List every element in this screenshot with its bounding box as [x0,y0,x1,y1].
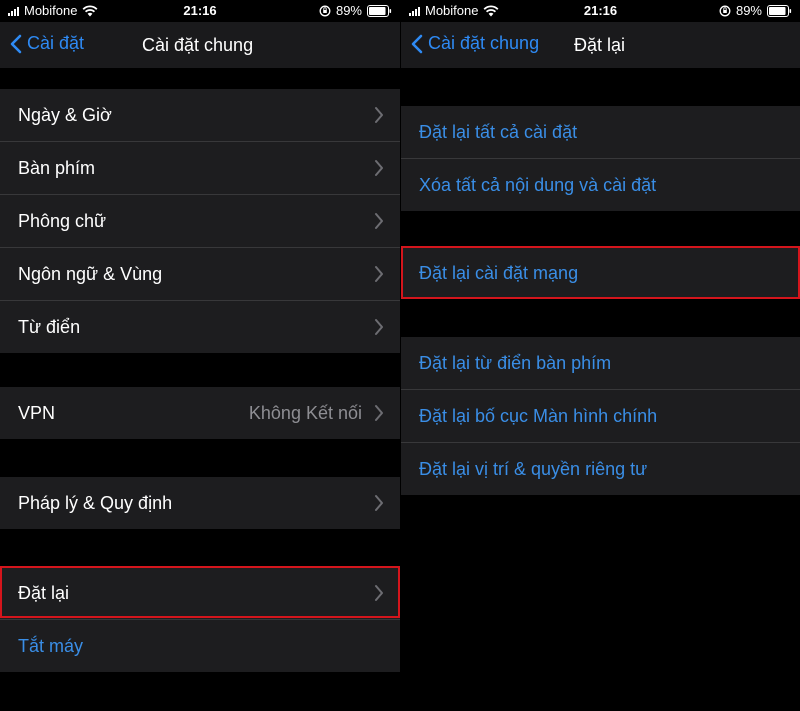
general-settings-screen: Mobifone 21:16 89% Cài đặt Cài đặt chung… [0,0,400,711]
reset-group-all: Đặt lại tất cả cài đặt Xóa tất cả nội du… [401,106,800,211]
chevron-right-icon [375,495,383,511]
row-label: Phông chữ [18,210,107,231]
reset-group-other: Đặt lại từ điển bàn phím Đặt lại bố cục … [401,337,800,495]
language-region-row[interactable]: Ngôn ngữ & Vùng [0,248,400,301]
battery-percent: 89% [335,3,362,18]
row-label: Tắt máy [18,635,84,656]
reset-home-screen-layout-row[interactable]: Đặt lại bố cục Màn hình chính [401,390,800,443]
reset-screen: Mobifone 21:16 89% Cài đặt chung Đặt lại… [401,0,800,711]
row-label: Đặt lại từ điển bàn phím [419,352,612,373]
reset-all-settings-row[interactable]: Đặt lại tất cả cài đặt [401,106,800,159]
back-chevron-icon [10,34,22,53]
settings-group-legal: Pháp lý & Quy định [0,477,400,529]
orientation-lock-icon [319,5,331,16]
chevron-right-icon [375,319,383,335]
page-title: Cài đặt chung [142,35,254,55]
row-label: Đặt lại bố cục Màn hình chính [419,405,658,426]
keyboard-row[interactable]: Bàn phím [0,142,400,195]
dictionary-row[interactable]: Từ điển [0,301,400,353]
back-button[interactable]: Cài đặt [10,33,84,54]
status-bar: Mobifone 21:16 89% [401,0,800,22]
status-right: 89% [719,3,792,18]
battery-icon [367,4,392,17]
navigation-bar: Cài đặt chung Đặt lại [401,22,800,68]
chevron-right-icon [375,107,383,123]
fonts-row[interactable]: Phông chữ [0,195,400,248]
network-reset-highlight-box [401,246,800,299]
status-bar: Mobifone 21:16 89% [0,0,400,22]
page-title: Đặt lại [574,35,626,55]
reset-highlight-box [0,566,400,618]
row-label: Ngày & Giờ [18,104,112,125]
settings-group-vpn: VPN Không Kết nối [0,387,400,439]
erase-all-content-row[interactable]: Xóa tất cả nội dung và cài đặt [401,159,800,211]
back-button[interactable]: Cài đặt chung [411,33,539,54]
row-label: Từ điển [18,316,81,337]
shut-down-row[interactable]: Tắt máy [0,620,400,672]
reset-keyboard-dictionary-row[interactable]: Đặt lại từ điển bàn phím [401,337,800,390]
status-right: 89% [319,3,392,18]
chevron-right-icon [375,405,383,421]
battery-percent: 89% [735,3,762,18]
chevron-right-icon [375,160,383,176]
navigation-bar: Cài đặt Cài đặt chung [0,22,400,68]
reset-location-privacy-row[interactable]: Đặt lại vị trí & quyền riêng tư [401,443,800,495]
back-chevron-icon [411,34,423,53]
row-label: Đặt lại vị trí & quyền riêng tư [419,458,648,479]
legal-regulatory-row[interactable]: Pháp lý & Quy định [0,477,400,529]
battery-icon [767,4,792,17]
chevron-right-icon [375,266,383,282]
row-label: Đặt lại tất cả cài đặt [419,121,578,142]
vpn-row[interactable]: VPN Không Kết nối [0,387,400,439]
back-label: Cài đặt [27,33,85,53]
settings-group-general: Ngày & Giờ Bàn phím Phông chữ Ngôn ngữ &… [0,89,400,353]
date-time-row[interactable]: Ngày & Giờ [0,89,400,142]
vpn-status-value: Không Kết nối [248,402,362,423]
chevron-right-icon [375,213,383,229]
row-label: Xóa tất cả nội dung và cài đặt [419,174,657,195]
back-label: Cài đặt chung [428,33,540,53]
row-label: Ngôn ngữ & Vùng [18,263,163,284]
row-label: Bàn phím [18,157,96,178]
row-label: VPN [18,402,56,423]
row-label: Pháp lý & Quy định [18,492,173,513]
orientation-lock-icon [719,5,731,16]
